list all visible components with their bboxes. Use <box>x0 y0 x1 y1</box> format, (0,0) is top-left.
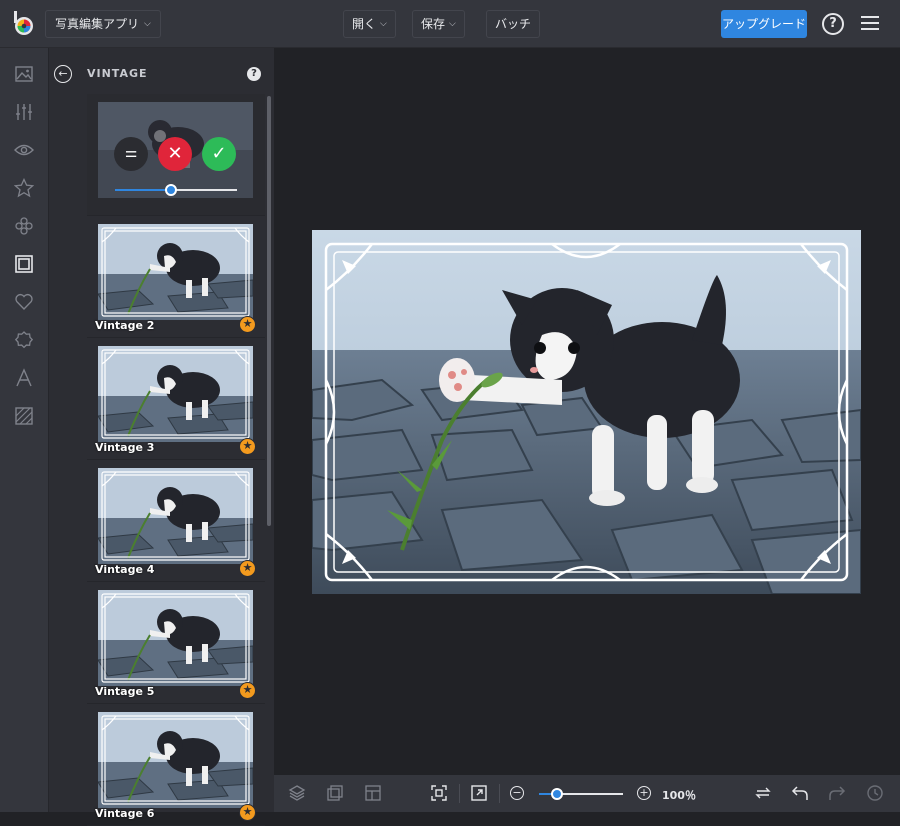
panel-title: VINTAGE <box>87 67 148 80</box>
app-logo[interactable] <box>12 11 36 37</box>
preset-thumbnail[interactable]: Vintage 3 ★ <box>87 338 265 460</box>
batch-button[interactable]: バッチ <box>486 10 541 38</box>
star-icon[interactable] <box>13 177 35 198</box>
badge-icon[interactable] <box>14 330 34 350</box>
save-menu-label: 保存 <box>421 17 446 31</box>
hamburger-menu-icon[interactable] <box>861 16 879 30</box>
panel-help-icon[interactable]: ? <box>247 67 261 81</box>
open-menu-label: 開く <box>352 17 377 31</box>
fit-to-screen-icon[interactable] <box>430 784 448 802</box>
edited-photo[interactable] <box>312 230 861 594</box>
bottom-toolbar: − + 100％ <box>274 775 900 812</box>
chevron-down-icon: ⌵ <box>380 19 387 29</box>
premium-star-icon: ★ <box>239 804 256 821</box>
upgrade-button[interactable]: アップグレード <box>721 10 807 38</box>
preset-thumbnail[interactable]: Vintage 2 ★ <box>87 216 265 338</box>
zoom-out-button[interactable]: − <box>510 786 524 800</box>
image-icon[interactable] <box>14 64 34 84</box>
panel-scrollbar[interactable] <box>267 96 271 526</box>
zoom-in-button[interactable]: + <box>637 786 651 800</box>
frame-icon[interactable] <box>14 254 34 274</box>
history-icon[interactable] <box>866 784 884 802</box>
text-icon[interactable] <box>14 368 34 388</box>
preset-label: Vintage 6 <box>95 807 155 820</box>
layers-icon[interactable] <box>288 784 306 802</box>
back-arrow-icon[interactable]: ← <box>54 65 72 83</box>
zoom-percentage: 100％ <box>662 789 696 802</box>
compare-icon[interactable] <box>326 784 344 802</box>
preset-label: Vintage 4 <box>95 563 155 576</box>
preset-thumbnail[interactable]: Vintage 4 ★ <box>87 460 265 582</box>
preset-preview-image <box>98 468 253 564</box>
preset-label: Vintage 3 <box>95 441 155 454</box>
filters-panel: ← VINTAGE ? ⚌ ✕ ✓ Vintage 2 ★ Vintage 3 … <box>48 48 275 826</box>
app-menu-dropdown[interactable]: 写真編集アプリ ⌵ <box>45 10 161 38</box>
top-bar: 写真編集アプリ ⌵ 開く ⌵ 保存 ⌵ バッチ アップグレード ? <box>0 0 900 48</box>
preset-preview-image <box>98 346 253 442</box>
sliders-icon[interactable] <box>14 102 34 122</box>
tool-rail <box>0 48 48 812</box>
preset-preview-image <box>98 590 253 686</box>
apply-button[interactable]: ✓ <box>202 137 236 171</box>
chevron-down-icon: ⌵ <box>144 19 151 29</box>
preset-label: Vintage 5 <box>95 685 155 698</box>
premium-star-icon: ★ <box>239 682 256 699</box>
zoom-slider-handle[interactable] <box>551 788 563 800</box>
undo-icon[interactable] <box>791 784 809 802</box>
help-icon[interactable]: ? <box>822 13 844 35</box>
effects-icon[interactable] <box>14 216 34 236</box>
eye-icon[interactable] <box>14 140 34 160</box>
premium-star-icon: ★ <box>239 438 256 455</box>
premium-star-icon: ★ <box>239 560 256 577</box>
preset-thumbnail[interactable]: Vintage 6 ★ <box>87 704 265 826</box>
fullscreen-icon[interactable] <box>470 784 488 802</box>
flip-icon[interactable] <box>754 784 772 802</box>
preset-thumbnail[interactable]: Vintage 5 ★ <box>87 582 265 704</box>
texture-icon[interactable] <box>14 406 34 426</box>
chevron-down-icon: ⌵ <box>449 19 456 29</box>
open-menu-button[interactable]: 開く ⌵ <box>343 10 396 38</box>
active-preset-preview: ⚌ ✕ ✓ <box>87 94 265 216</box>
preset-label: Vintage 2 <box>95 319 155 332</box>
adjust-sliders-button[interactable]: ⚌ <box>114 137 148 171</box>
preset-preview-image <box>98 712 253 808</box>
panel-header: ← VINTAGE ? <box>49 48 275 94</box>
layout-icon[interactable] <box>364 784 382 802</box>
intensity-slider-fill <box>115 189 171 191</box>
editor-canvas <box>274 48 900 775</box>
cancel-button[interactable]: ✕ <box>158 137 192 171</box>
heart-icon[interactable] <box>14 292 34 312</box>
app-menu-label: 写真編集アプリ <box>55 17 140 31</box>
preset-preview-image <box>98 224 253 320</box>
save-menu-button[interactable]: 保存 ⌵ <box>412 10 465 38</box>
preset-list: ⚌ ✕ ✓ Vintage 2 ★ Vintage 3 ★ Vintage 4 … <box>87 94 265 826</box>
redo-icon[interactable] <box>828 784 846 802</box>
batch-label: バッチ <box>495 17 532 31</box>
separator <box>499 784 500 803</box>
separator <box>459 784 460 803</box>
premium-star-icon: ★ <box>239 316 256 333</box>
intensity-slider-handle[interactable] <box>165 184 177 196</box>
